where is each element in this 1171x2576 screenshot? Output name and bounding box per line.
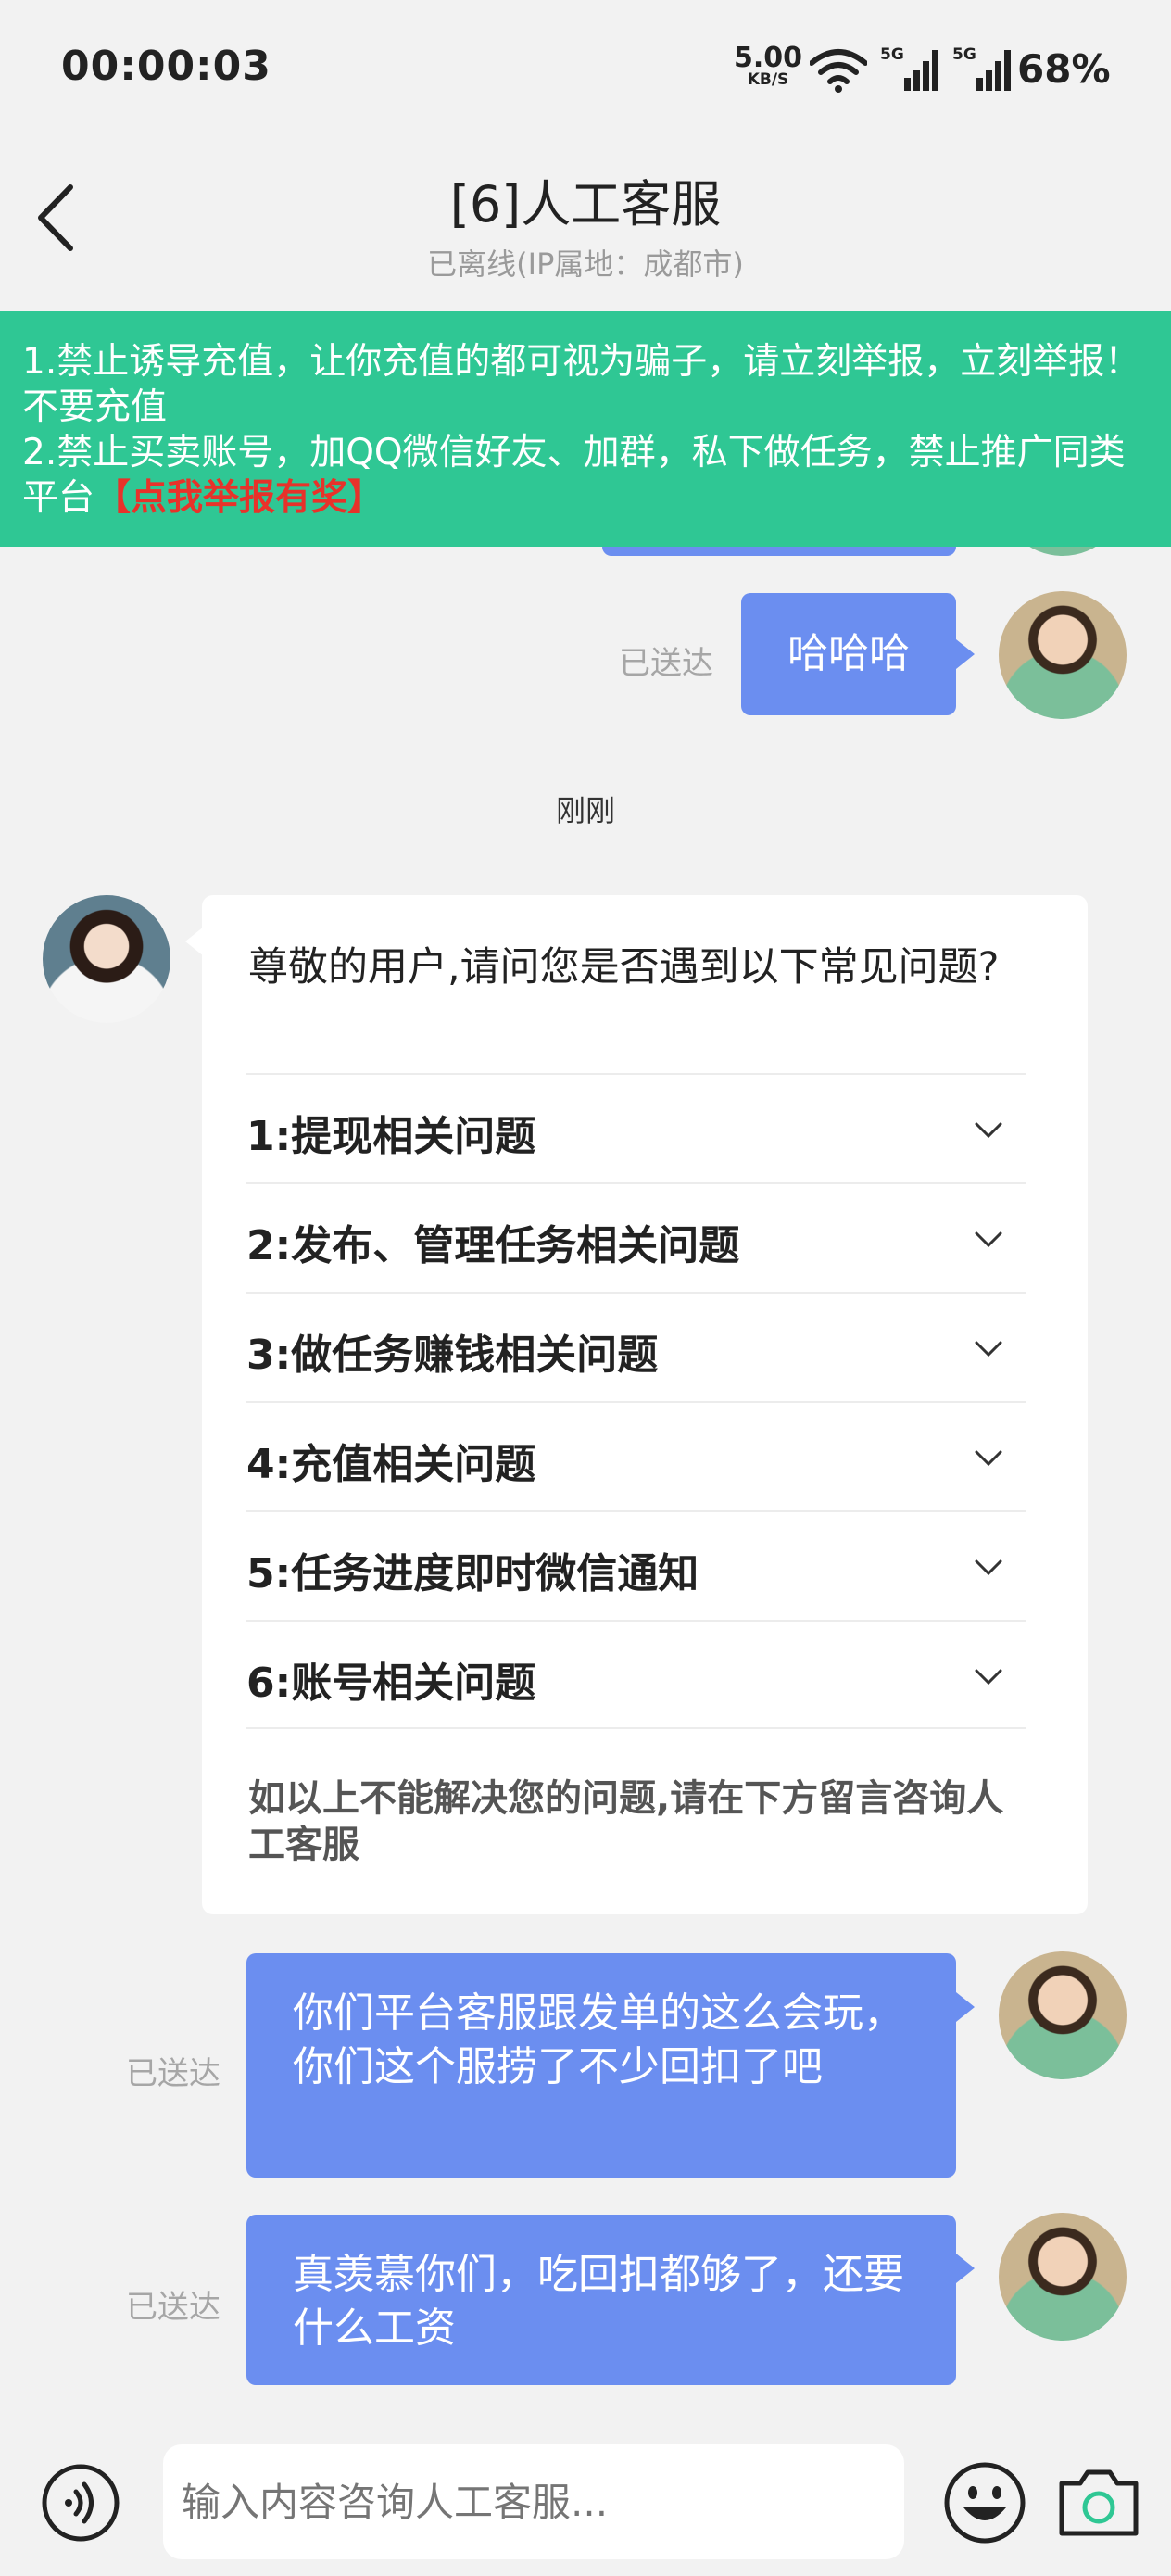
card-tail xyxy=(185,927,204,956)
signal-label-2: 5G xyxy=(952,45,976,64)
chat-header: [6]人工客服 已离线(IP属地：成都市) xyxy=(0,139,1171,311)
page-subtitle: 已离线(IP属地：成都市) xyxy=(427,246,744,282)
message-bubble-user[interactable]: 哈哈哈 xyxy=(741,593,956,715)
faq-item-label: 5:任务进度即时微信通知 xyxy=(246,1550,699,1597)
message-text: 你们平台客服跟发单的这么会玩，你们这个服捞了不少回扣了吧 xyxy=(293,1989,904,2090)
signal-icon-2: 5G xyxy=(952,45,1011,91)
message-bubble-user[interactable]: 你们平台客服跟发单的这么会玩，你们这个服捞了不少回扣了吧 xyxy=(246,1953,956,2178)
chevron-down-icon xyxy=(975,1559,1002,1576)
notice-line-2: 2.禁止买卖账号，加QQ微信好友、加群，私下做任务，禁止推广同类平台【点我举报有… xyxy=(22,430,1149,521)
warning-notice: 1.禁止诱导充值，让你充值的都可视为骗子，请立刻举报，立刻举报！不要充值 2.禁… xyxy=(0,311,1171,547)
delivered-status: 已送达 xyxy=(126,2289,220,2326)
bubble-tail xyxy=(956,2254,975,2283)
bubble-tail xyxy=(956,639,975,669)
faq-item[interactable]: 6:账号相关问题 xyxy=(246,1620,1026,1729)
net-speed-unit: KB/S xyxy=(747,70,789,89)
net-speed-value: 5.00 xyxy=(734,42,803,74)
faq-card: 尊敬的用户,请问您是否遇到以下常见问题? 1:提现相关问题 2:发布、管理任务相… xyxy=(202,895,1088,1914)
faq-item-label: 4:充值相关问题 xyxy=(246,1441,536,1488)
status-time: 00:00:03 xyxy=(61,43,271,90)
message-bubble-user[interactable]: 真羡慕你们，吃回扣都够了，还要什么工资 xyxy=(246,2215,956,2385)
signal-icon: 5G xyxy=(880,45,938,91)
faq-item-label: 6:账号相关问题 xyxy=(246,1660,536,1707)
faq-footer: 如以上不能解决您的问题,请在下方留言咨询人工客服 xyxy=(248,1777,1004,1866)
delivered-status: 已送达 xyxy=(126,2055,220,2092)
faq-item-label: 2:发布、管理任务相关问题 xyxy=(246,1222,740,1269)
agent-avatar[interactable] xyxy=(43,895,170,1023)
bubble-tail xyxy=(956,1992,975,2022)
user-avatar[interactable] xyxy=(999,591,1127,719)
input-bar xyxy=(0,2418,1171,2576)
emoji-icon[interactable] xyxy=(943,2461,1026,2544)
chevron-down-icon xyxy=(975,1122,1002,1139)
voice-icon[interactable] xyxy=(41,2463,120,2543)
faq-item[interactable]: 4:充值相关问题 xyxy=(246,1401,1026,1510)
chevron-down-icon xyxy=(975,1669,1002,1686)
wifi-icon xyxy=(810,49,867,93)
user-avatar[interactable] xyxy=(999,2213,1127,2341)
chevron-down-icon xyxy=(975,1450,1002,1467)
time-divider: 刚刚 xyxy=(555,793,615,828)
status-bar: 00:00:03 5.00 KB/S 5G 5G 68% xyxy=(0,0,1171,139)
faq-item[interactable]: 1:提现相关问题 xyxy=(246,1073,1026,1182)
user-avatar[interactable] xyxy=(999,1951,1127,2079)
faq-item-label: 1:提现相关问题 xyxy=(246,1113,536,1160)
battery-level: 68% xyxy=(1017,46,1111,92)
message-text: 哈哈哈 xyxy=(787,630,910,677)
camera-icon[interactable] xyxy=(1056,2463,1141,2541)
page-title: [6]人工客服 xyxy=(449,175,722,234)
report-link[interactable]: 【点我举报有奖】 xyxy=(94,477,384,519)
faq-item[interactable]: 3:做任务赚钱相关问题 xyxy=(246,1292,1026,1401)
notice-line-1: 1.禁止诱导充值，让你充值的都可视为骗子，请立刻举报，立刻举报！不要充值 xyxy=(22,341,1141,428)
message-input[interactable] xyxy=(163,2444,904,2559)
faq-question: 尊敬的用户,请问您是否遇到以下常见问题? xyxy=(248,944,1000,991)
faq-item[interactable]: 2:发布、管理任务相关问题 xyxy=(246,1182,1026,1292)
net-speed: 5.00 KB/S xyxy=(734,44,802,88)
signal-label-1: 5G xyxy=(880,45,904,64)
faq-item[interactable]: 5:任务进度即时微信通知 xyxy=(246,1510,1026,1620)
chevron-down-icon xyxy=(975,1231,1002,1248)
delivered-status: 已送达 xyxy=(619,645,713,682)
faq-item-label: 3:做任务赚钱相关问题 xyxy=(246,1332,659,1379)
message-text: 真羡慕你们，吃回扣都够了，还要什么工资 xyxy=(293,2251,904,2352)
chevron-down-icon xyxy=(975,1341,1002,1357)
